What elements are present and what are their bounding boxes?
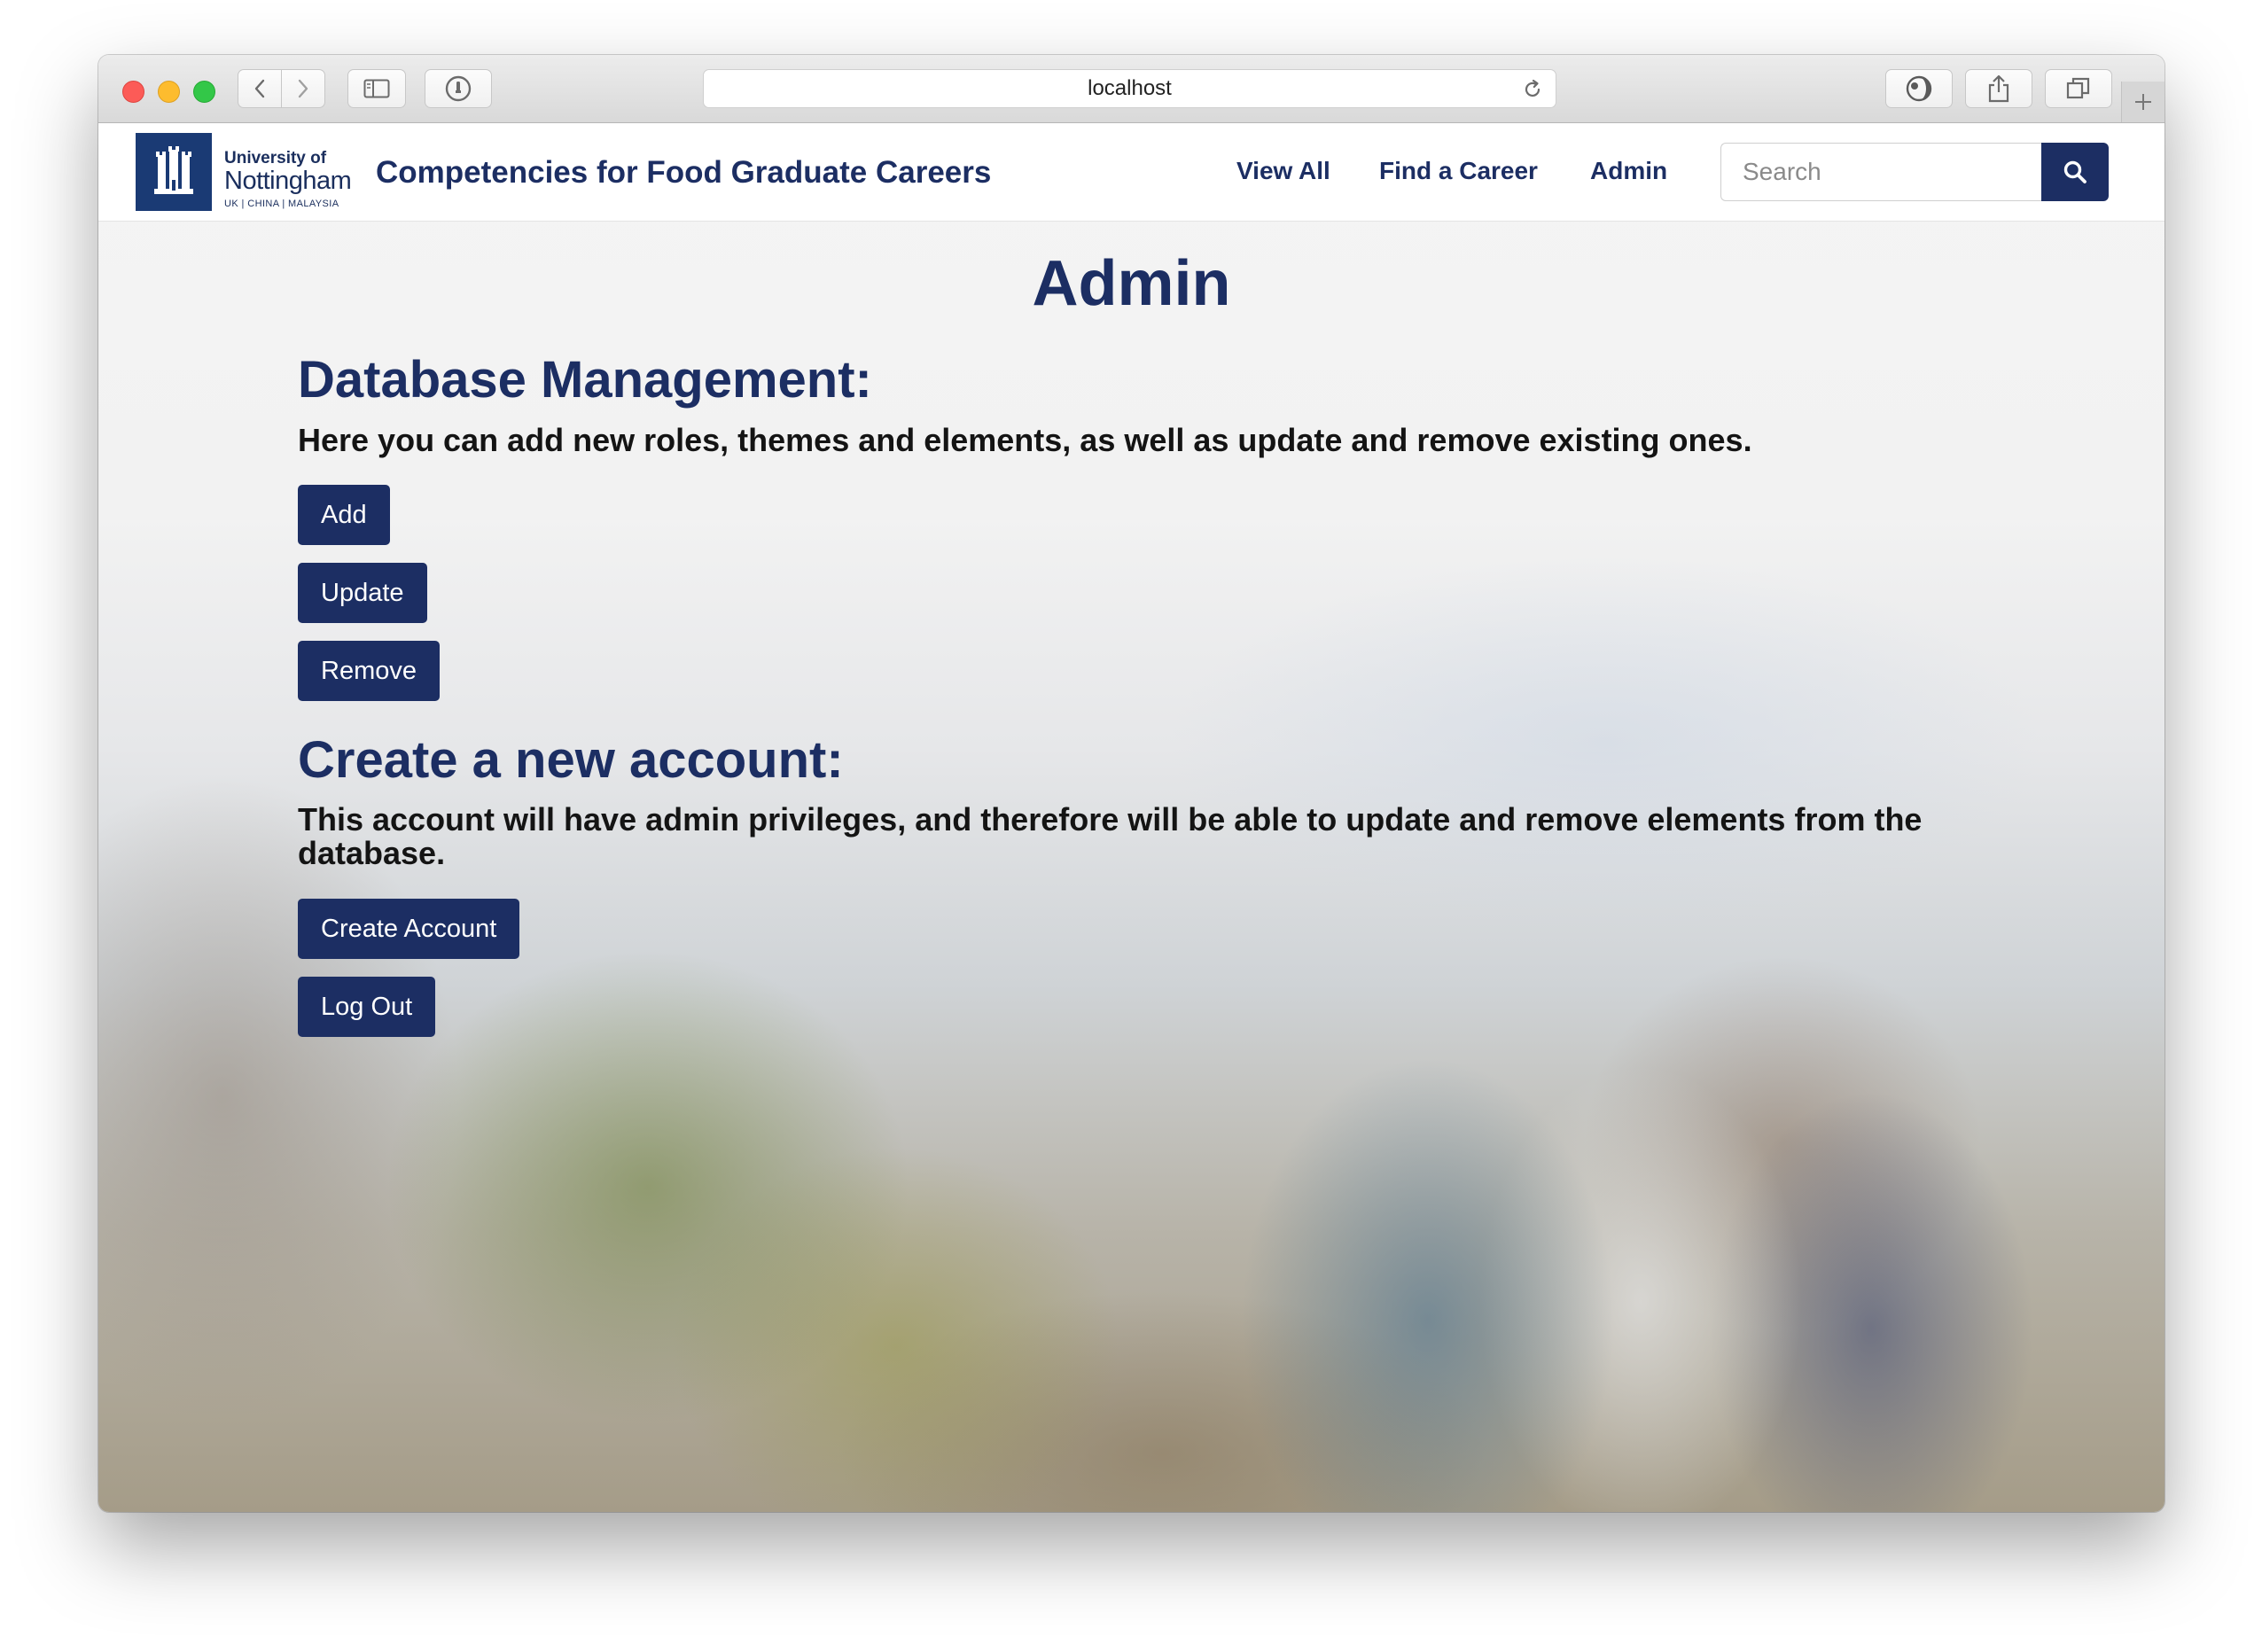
search-button[interactable] bbox=[2041, 143, 2109, 201]
page-title: Admin bbox=[1032, 248, 1231, 319]
log-out-button[interactable]: Log Out bbox=[298, 977, 436, 1037]
chevron-left-icon bbox=[254, 79, 265, 98]
browser-window: localhost University of Nottingham UK | … bbox=[98, 55, 2164, 1512]
university-crest-logo[interactable] bbox=[136, 133, 212, 211]
site-navbar: University of Nottingham UK | CHINA | MA… bbox=[98, 123, 2164, 222]
minimize-window-button[interactable] bbox=[158, 81, 180, 103]
extension-icon bbox=[1906, 75, 1932, 102]
new-tab-button[interactable] bbox=[2121, 82, 2164, 122]
search-icon bbox=[2063, 160, 2086, 183]
add-button[interactable]: Add bbox=[298, 485, 390, 545]
logo-campuses-text: UK | CHINA | MALAYSIA bbox=[224, 199, 339, 209]
address-bar[interactable]: localhost bbox=[703, 69, 1556, 108]
sidebar-icon bbox=[363, 79, 390, 98]
share-icon bbox=[1988, 74, 2009, 103]
tabs-overview-button[interactable] bbox=[2045, 69, 2112, 108]
web-page: University of Nottingham UK | CHINA | MA… bbox=[98, 123, 2164, 1512]
url-text: localhost bbox=[1088, 76, 1172, 100]
sidebar-toggle-button[interactable] bbox=[347, 69, 406, 108]
nav-admin[interactable]: Admin bbox=[1590, 157, 1667, 185]
castle-icon bbox=[154, 146, 193, 194]
create-account-heading: Create a new account: bbox=[298, 731, 844, 789]
chevron-right-icon bbox=[298, 79, 308, 98]
database-management-description: Here you can add new roles, themes and e… bbox=[298, 422, 1752, 458]
browser-toolbar: localhost bbox=[98, 55, 2164, 123]
update-button[interactable]: Update bbox=[298, 563, 427, 623]
search-input[interactable] bbox=[1720, 143, 2041, 201]
password-button[interactable] bbox=[425, 69, 492, 108]
remove-button[interactable]: Remove bbox=[298, 641, 440, 701]
logo-university-text: University of bbox=[224, 149, 327, 168]
site-title[interactable]: Competencies for Food Graduate Careers bbox=[376, 155, 991, 191]
close-window-button[interactable] bbox=[122, 81, 144, 103]
logo-name-text: Nottingham bbox=[224, 167, 352, 195]
plus-icon bbox=[2135, 94, 2151, 110]
create-account-button[interactable]: Create Account bbox=[298, 899, 520, 959]
extension-button[interactable] bbox=[1885, 69, 1953, 108]
create-account-description: This account will have admin privileges,… bbox=[298, 801, 1923, 871]
key-circle-icon bbox=[445, 75, 472, 102]
university-wordmark[interactable]: University of Nottingham UK | CHINA | MA… bbox=[224, 149, 352, 210]
back-button[interactable] bbox=[238, 69, 282, 108]
database-management-heading: Database Management: bbox=[298, 351, 872, 409]
reload-icon[interactable] bbox=[1522, 79, 1543, 100]
maximize-window-button[interactable] bbox=[193, 81, 215, 103]
forward-button[interactable] bbox=[281, 69, 325, 108]
nav-view-all[interactable]: View All bbox=[1236, 157, 1330, 185]
share-button[interactable] bbox=[1965, 69, 2032, 108]
nav-find-career[interactable]: Find a Career bbox=[1379, 157, 1538, 185]
tabs-icon bbox=[2066, 77, 2090, 99]
